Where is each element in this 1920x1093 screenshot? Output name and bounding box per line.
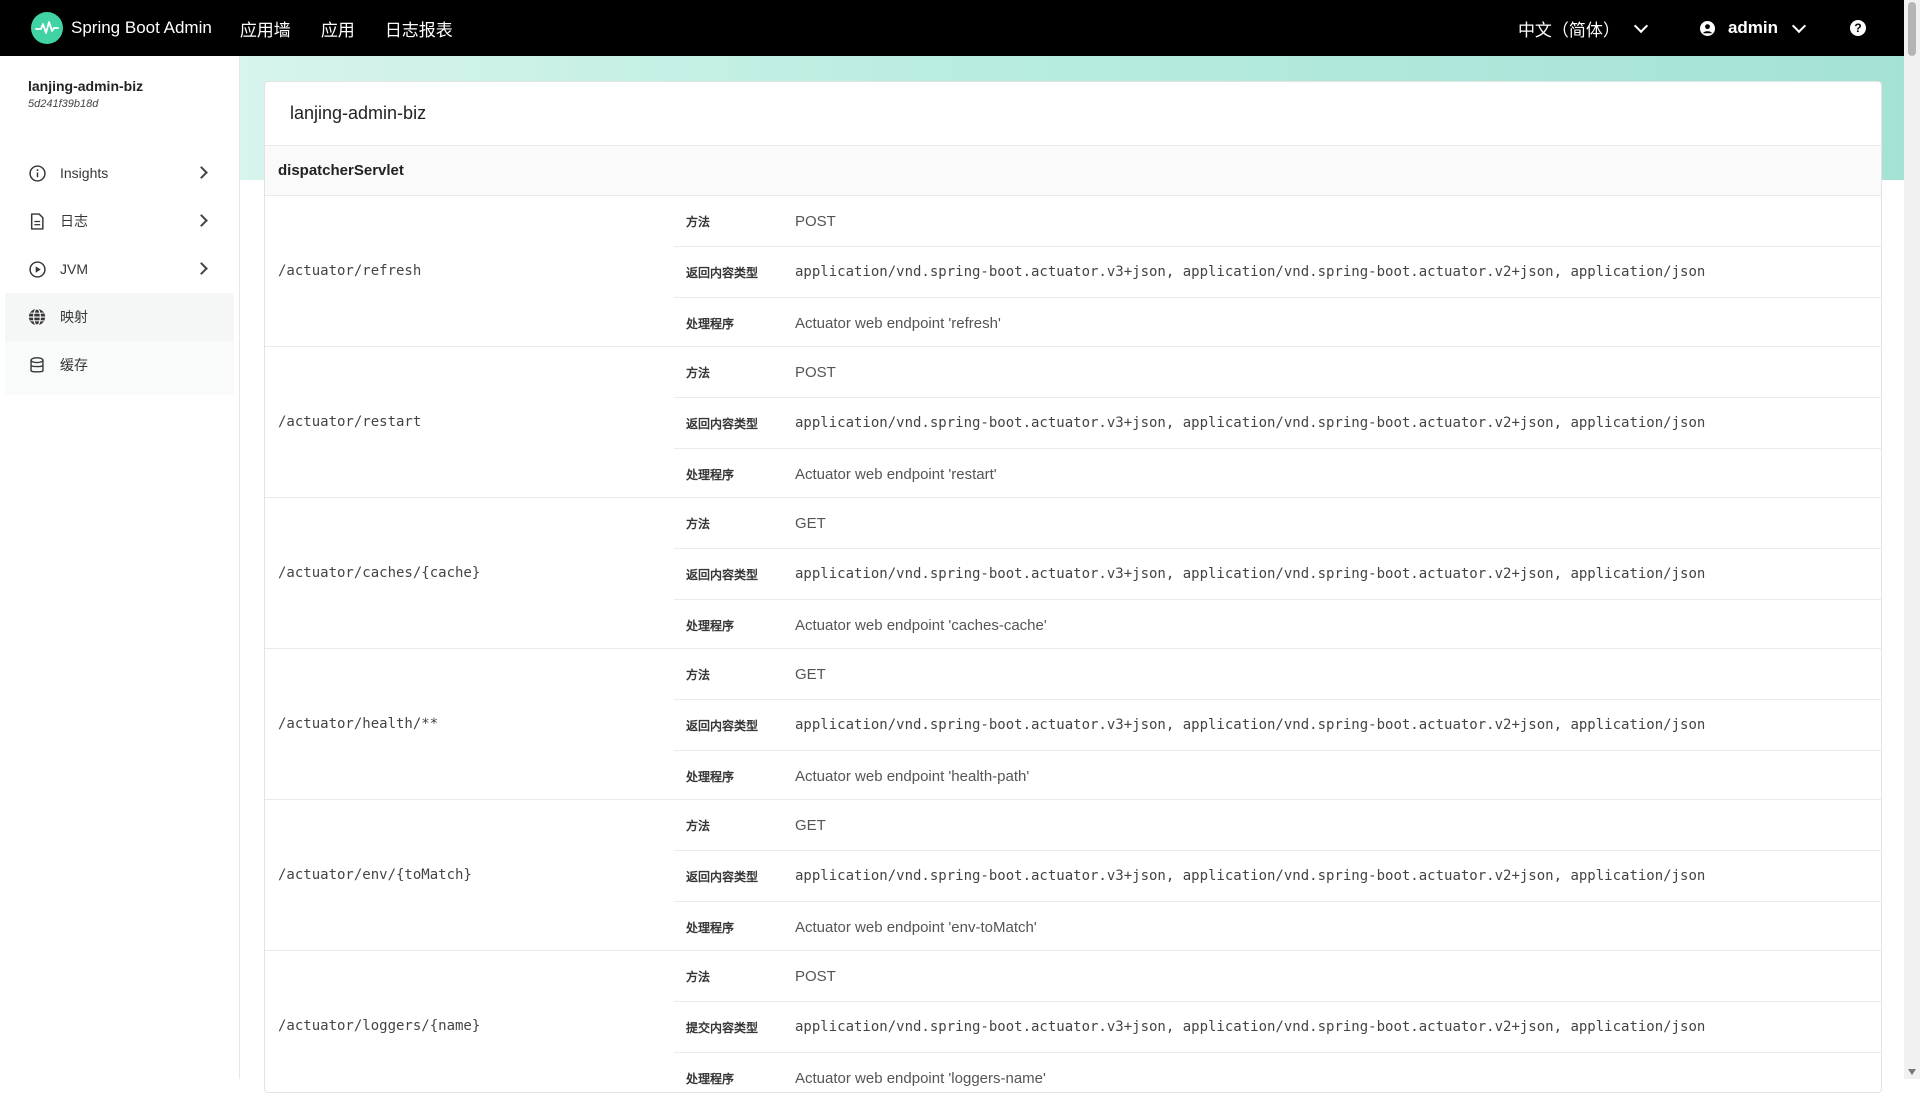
user-circle-icon	[1699, 20, 1715, 36]
produces-label: 返回内容类型	[686, 718, 759, 733]
mapping-entry: /actuator/env/{toMatch} 方法 GET 返回内容类型 appl…	[265, 800, 1881, 951]
method-value: POST	[795, 363, 836, 381]
method-value: POST	[795, 212, 836, 230]
handler-label: 处理程序	[686, 618, 735, 633]
method-label: 方法	[686, 365, 711, 380]
sidebar-item-mappings[interactable]: 映射	[5, 293, 234, 341]
handler-label: 处理程序	[686, 316, 735, 331]
scrollbar-thumb[interactable]	[1908, 2, 1916, 56]
play-circle-icon	[28, 260, 46, 278]
handler-value: Actuator web endpoint 'refresh'	[795, 314, 1001, 332]
language-label: 中文（简体）	[1517, 20, 1620, 40]
method-label: 方法	[686, 818, 711, 833]
user-name: admin	[1727, 18, 1778, 37]
handler-value: Actuator web endpoint 'caches-cache'	[795, 616, 1047, 634]
mapping-entry: /actuator/restart 方法 POST 返回内容类型 applicati…	[265, 347, 1881, 498]
sidebar: lanjing-admin-biz 5d241f39b18d Insights …	[0, 56, 240, 1079]
info-icon	[28, 164, 46, 182]
consumes-label: 提交内容类型	[686, 1020, 759, 1035]
handler-label: 处理程序	[686, 920, 735, 935]
mapping-path: /actuator/health/**	[278, 716, 439, 732]
handler-value: Actuator web endpoint 'env-toMatch'	[795, 918, 1037, 936]
chevron-right-icon	[195, 214, 208, 227]
user-menu[interactable]: admin	[1699, 18, 1807, 38]
handler-value: Actuator web endpoint 'loggers-name'	[795, 1069, 1046, 1087]
mappings-card: lanjing-admin-biz dispatcherServlet /act…	[264, 81, 1882, 1093]
nav-item-wallboard[interactable]: 应用墙	[240, 16, 291, 41]
handler-label: 处理程序	[686, 467, 735, 482]
page-scrollbar[interactable]	[1904, 0, 1920, 1079]
help-icon[interactable]: ?	[1850, 20, 1866, 36]
sidebar-app-name: lanjing-admin-biz	[28, 78, 144, 94]
card-title: lanjing-admin-biz	[265, 82, 1881, 146]
produces-value: application/vnd.spring-boot.actuator.v3+…	[795, 717, 1706, 733]
produces-label: 返回内容类型	[686, 265, 759, 280]
method-label: 方法	[686, 667, 711, 682]
mapping-entry: /actuator/health/** 方法 GET 返回内容类型 applicat…	[265, 649, 1881, 800]
handler-label: 处理程序	[686, 769, 735, 784]
sidebar-item-label: 日志	[60, 213, 88, 229]
produces-label: 返回内容类型	[686, 416, 759, 431]
produces-label: 返回内容类型	[686, 869, 759, 884]
mapping-path: /actuator/restart	[278, 414, 422, 430]
sidebar-app-header: lanjing-admin-biz 5d241f39b18d	[0, 56, 239, 143]
mapping-entry: /actuator/loggers/{name} 方法 POST 提交内容类型 ap…	[265, 951, 1881, 1092]
produces-value: application/vnd.spring-boot.actuator.v3+…	[795, 566, 1706, 582]
mapping-entry: /actuator/caches/{cache} 方法 GET 返回内容类型 app…	[265, 498, 1881, 649]
chevron-right-icon	[195, 166, 208, 179]
sidebar-item-insights[interactable]: Insights	[5, 149, 234, 197]
chevron-down-icon	[1633, 18, 1649, 33]
brand-title: Spring Boot Admin	[71, 18, 212, 37]
sidebar-item-label: 映射	[60, 309, 88, 325]
method-value: POST	[795, 967, 836, 985]
sidebar-menu: Insights 日志 JVM 映射 缓存	[0, 149, 239, 395]
sidebar-item-jvm[interactable]: JVM	[5, 245, 234, 293]
top-navbar: Spring Boot Admin 应用墙 应用 日志报表 中文（简体） adm…	[0, 0, 1920, 56]
file-icon	[28, 212, 46, 230]
handler-value: Actuator web endpoint 'restart'	[795, 465, 997, 483]
servlet-name: dispatcherServlet	[265, 146, 1881, 196]
handler-label: 处理程序	[686, 1071, 735, 1086]
produces-value: application/vnd.spring-boot.actuator.v3+…	[795, 264, 1706, 280]
method-value: GET	[795, 665, 826, 683]
produces-value: application/vnd.spring-boot.actuator.v3+…	[795, 415, 1706, 431]
database-icon	[28, 356, 46, 374]
mapping-path: /actuator/loggers/{name}	[278, 1018, 481, 1034]
globe-icon	[28, 308, 46, 326]
method-label: 方法	[686, 969, 711, 984]
mapping-path: /actuator/caches/{cache}	[278, 565, 481, 581]
language-select[interactable]: 中文（简体）	[1517, 16, 1649, 41]
handler-value: Actuator web endpoint 'health-path'	[795, 767, 1030, 785]
sidebar-item-label: JVM	[60, 261, 88, 277]
nav-item-journal[interactable]: 日志报表	[385, 16, 453, 41]
chevron-down-icon	[1791, 18, 1807, 33]
method-value: GET	[795, 816, 826, 834]
method-label: 方法	[686, 214, 711, 229]
method-label: 方法	[686, 516, 711, 531]
mapping-entry: /actuator/refresh 方法 POST 返回内容类型 applicati…	[265, 196, 1881, 347]
sidebar-group: 映射 缓存	[5, 293, 234, 395]
sidebar-app-id: 5d241f39b18d	[28, 98, 99, 110]
produces-value: application/vnd.spring-boot.actuator.v3+…	[795, 868, 1706, 884]
consumes-value: application/vnd.spring-boot.actuator.v3+…	[795, 1019, 1706, 1035]
scroll-down-arrow-icon[interactable]	[1908, 1069, 1916, 1075]
method-value: GET	[795, 514, 826, 532]
sidebar-item-caches[interactable]: 缓存	[5, 341, 234, 389]
produces-label: 返回内容类型	[686, 567, 759, 582]
chevron-right-icon	[195, 262, 208, 275]
sidebar-item-label: 缓存	[60, 357, 88, 373]
heartbeat-logo-icon	[31, 12, 63, 44]
sidebar-item-logging[interactable]: 日志	[5, 197, 234, 245]
mapping-path: /actuator/refresh	[278, 263, 422, 279]
brand[interactable]: Spring Boot Admin	[31, 12, 212, 44]
mapping-path: /actuator/env/{toMatch}	[278, 867, 472, 883]
sidebar-item-label: Insights	[60, 165, 109, 181]
nav-item-applications[interactable]: 应用	[321, 16, 355, 41]
